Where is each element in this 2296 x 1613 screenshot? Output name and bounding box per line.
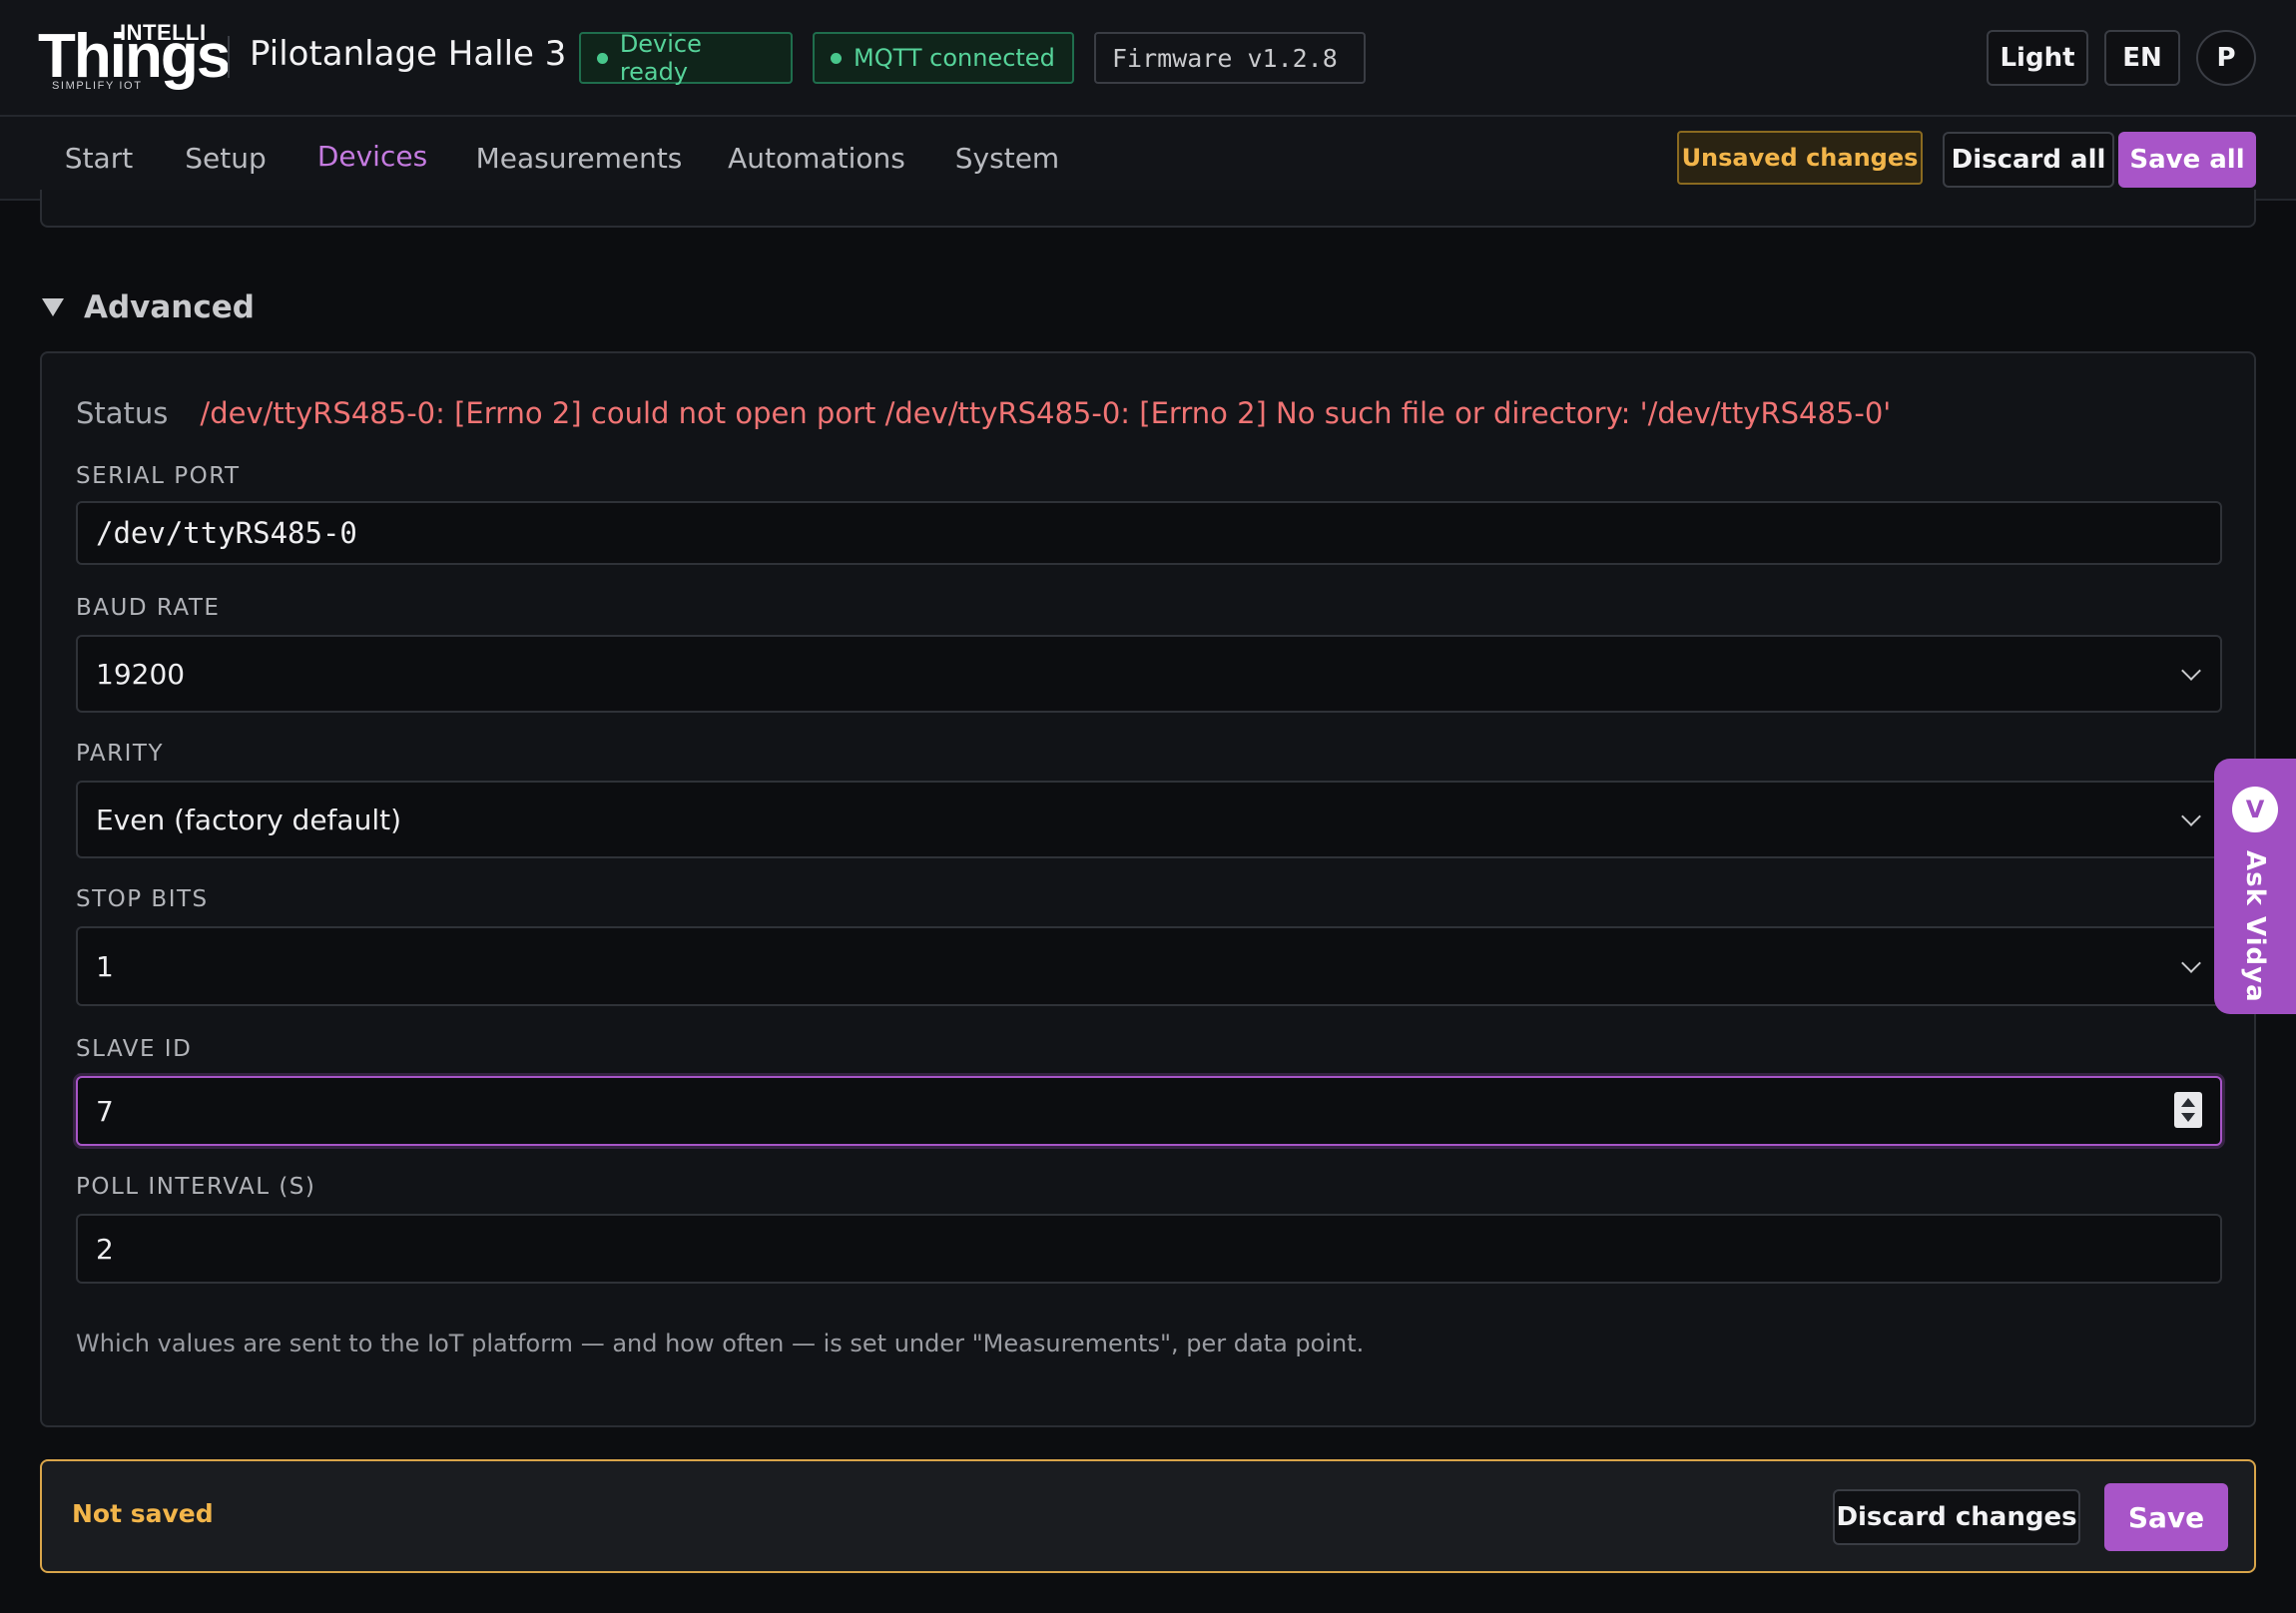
save-status-text: Not saved [72,1499,214,1528]
serial-port-input[interactable]: /dev/ttyRS485-0 [76,501,2222,565]
serial-port-label: SERIAL PORT [76,463,241,489]
stop-bits-value: 1 [96,949,114,983]
serial-port-value: /dev/ttyRS485-0 [96,516,357,550]
slave-id-value: 7 [96,1094,114,1128]
chevron-down-icon [2181,661,2201,681]
theme-toggle-button[interactable]: Light [1987,30,2088,86]
parity-value: Even (factory default) [96,803,402,836]
status-dot-icon [831,52,842,64]
tab-setup[interactable]: Setup [168,117,284,199]
advanced-section-title: Advanced [84,289,255,325]
tab-start[interactable]: Start [48,117,150,199]
tab-measurements[interactable]: Measurements [469,117,689,199]
parity-select[interactable]: Even (factory default) [76,781,2222,858]
stepper-down-icon[interactable] [2181,1113,2195,1122]
firmware-version-pill: Firmware v1.2.8 [1094,32,1366,84]
tab-system[interactable]: System [942,117,1072,199]
status-error-message: /dev/ttyRS485-0: [Errno 2] could not ope… [200,396,1892,430]
save-all-button[interactable]: Save all [2118,132,2256,188]
poll-interval-input[interactable]: 2 [76,1214,2222,1284]
logo-divider [228,36,230,78]
stop-bits-select[interactable]: 1 [76,926,2222,1006]
mqtt-status-text: MQTT connected [854,44,1055,72]
top-bar: INTELLI Things SIMPLIFY IOT Pilotanlage … [0,0,2296,117]
intellithings-logo[interactable]: INTELLI Things SIMPLIFY IOT [38,18,231,98]
caret-down-icon [42,298,64,316]
chevron-down-icon [2181,953,2201,973]
slave-id-label: SLAVE ID [76,1036,193,1062]
parity-label: PARITY [76,741,164,767]
tab-automations[interactable]: Automations [719,117,914,199]
stop-bits-label: STOP BITS [76,886,209,912]
stepper-up-icon[interactable] [2181,1098,2195,1107]
advanced-settings-card: Status /dev/ttyRS485-0: [Errno 2] could … [40,351,2256,1427]
unsaved-changes-badge: Unsaved changes [1677,131,1923,185]
number-stepper-icon[interactable] [2174,1092,2202,1128]
main-nav: Start Setup Devices Measurements Automat… [0,117,2296,201]
site-title: Pilotanlage Halle 3 [250,34,567,74]
measurements-help-text: Which values are sent to the IoT platfor… [76,1330,1365,1357]
logo-tagline: SIMPLIFY IOT [52,80,143,92]
baud-rate-label: BAUD RATE [76,595,221,621]
ask-vidya-assistant-tab[interactable]: V Ask Vidya [2214,759,2296,1014]
firmware-version-text: Firmware v1.2.8 [1112,43,1338,73]
tab-devices[interactable]: Devices [295,117,449,199]
chevron-down-icon [2181,806,2201,826]
status-label: Status [76,396,169,430]
baud-rate-value: 19200 [96,657,186,691]
discard-changes-button[interactable]: Discard changes [1833,1489,2080,1545]
previous-card-edge [40,190,2256,228]
slave-id-number-input[interactable]: 7 [76,1076,2222,1146]
logo-things-text: Things [38,22,231,91]
save-button[interactable]: Save [2104,1483,2228,1551]
baud-rate-select[interactable]: 19200 [76,635,2222,713]
save-bar: Not saved Discard changes Save [40,1459,2256,1573]
ask-vidya-label: Ask Vidya [2240,850,2270,1003]
vidya-avatar-icon: V [2232,787,2278,832]
language-button[interactable]: EN [2104,30,2180,86]
device-status-text: Device ready [619,30,702,86]
status-dot-icon [597,52,608,64]
user-avatar-button[interactable]: P [2196,30,2256,86]
mqtt-status-pill: MQTT connected [813,32,1074,84]
device-status-pill: Device ready [579,30,793,86]
discard-all-button[interactable]: Discard all [1943,132,2114,188]
advanced-section-toggle[interactable]: Advanced [42,287,255,327]
connection-status-row: Status /dev/ttyRS485-0: [Errno 2] could … [76,391,1891,435]
poll-interval-label: POLL INTERVAL (S) [76,1174,316,1200]
poll-interval-value: 2 [96,1232,114,1266]
